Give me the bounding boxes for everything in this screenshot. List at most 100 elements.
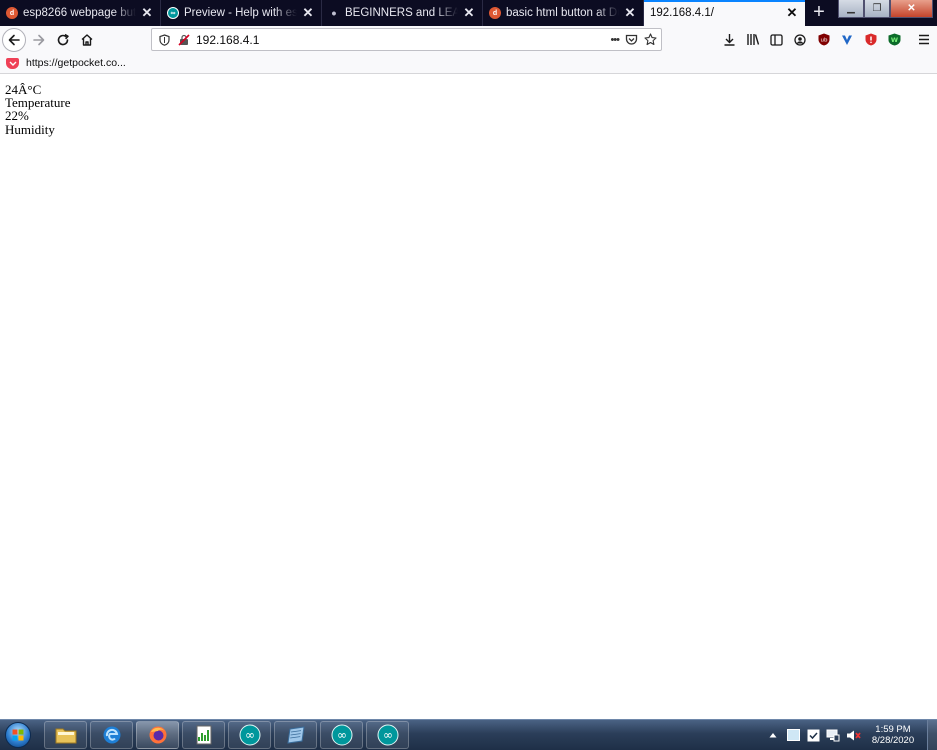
svg-text:∞: ∞ [245, 728, 255, 742]
maximize-button[interactable]: ❐ [864, 0, 890, 18]
home-button[interactable] [75, 28, 99, 52]
notepad-icon [286, 726, 305, 744]
new-tab-button[interactable]: + [805, 0, 833, 26]
tab-192-168-4-1[interactable]: 192.168.4.1/ ✕ [644, 0, 805, 26]
system-clock[interactable]: 1:59 PM 8/28/2020 [865, 724, 921, 746]
tab-title: esp8266 webpage button not w [23, 7, 136, 19]
tray-app-icon[interactable] [785, 727, 801, 743]
bookmarks-toolbar: https://getpocket.co... [0, 53, 937, 74]
home-icon [81, 33, 93, 46]
clock-time: 1:59 PM [875, 724, 911, 735]
taskbar-notepad[interactable] [274, 721, 317, 749]
arduino-icon: ∞ [167, 7, 179, 19]
taskbar-arduino-1[interactable]: ∞ [228, 721, 271, 749]
tab-title: basic html button at DuckDuck [506, 7, 619, 19]
library-icon [747, 34, 760, 45]
taskbar-explorer[interactable] [44, 721, 87, 749]
nav-bar: 192.168.4.1 ••• ub W [0, 26, 937, 53]
account-button[interactable] [789, 26, 813, 53]
taskbar-firefox[interactable] [136, 721, 179, 749]
tab-basic-html-button[interactable]: d basic html button at DuckDuck ✕ [483, 0, 644, 26]
close-tab-icon[interactable]: ✕ [785, 5, 799, 21]
temperature-label: Temperature [5, 95, 71, 111]
svg-text:W: W [891, 36, 898, 44]
folder-icon [55, 728, 76, 744]
reload-button[interactable] [51, 28, 75, 52]
volume-muted-icon[interactable] [845, 727, 861, 743]
close-tab-icon[interactable]: ✕ [140, 5, 154, 21]
taskbar-arduino-2[interactable]: ∞ [320, 721, 363, 749]
bookmark-getpocket[interactable]: https://getpocket.co... [6, 57, 126, 69]
ublock-origin-button[interactable]: ub [812, 26, 836, 53]
start-button[interactable] [2, 720, 34, 750]
vpn-extension-button[interactable] [836, 26, 860, 53]
address-bar[interactable]: 192.168.4.1 ••• [151, 28, 662, 51]
windows-logo-icon [5, 722, 31, 748]
system-tray: 1:59 PM 8/28/2020 [765, 720, 937, 750]
forward-arrow-icon [33, 34, 45, 45]
w-extension-button[interactable]: W [883, 26, 907, 53]
tab-preview-help[interactable]: ∞ Preview - Help with esp8266 A ✕ [161, 0, 322, 26]
close-tab-icon[interactable]: ✕ [462, 5, 476, 21]
insecure-connection-icon[interactable] [178, 33, 190, 46]
humidity-value: 22% [5, 108, 29, 124]
arduino-icon: ∞ [331, 724, 352, 746]
sidebar-button[interactable] [765, 26, 789, 53]
page-actions-button[interactable]: ••• [610, 34, 620, 46]
v-extension-icon [842, 35, 853, 45]
pocket-icon[interactable] [625, 34, 638, 46]
taskbar-edge[interactable] [90, 721, 133, 749]
hamburger-menu-icon [918, 34, 929, 45]
download-icon [724, 34, 735, 46]
url-text[interactable]: 192.168.4.1 [196, 33, 259, 47]
reload-icon [57, 33, 69, 45]
privacy-badger-button[interactable] [859, 26, 883, 53]
duckduckgo-icon: d [6, 7, 18, 19]
arduino-icon: ∞ [377, 724, 398, 746]
tab-title: BEGINNERS and LEARNERS rea [345, 7, 458, 19]
bookmark-label: https://getpocket.co... [26, 57, 126, 69]
close-tab-icon[interactable]: ✕ [301, 5, 315, 21]
close-window-button[interactable]: ✕ [890, 0, 933, 18]
taskbar-arduino-3[interactable]: ∞ [366, 721, 409, 749]
menu-button[interactable] [912, 26, 936, 53]
library-button[interactable] [742, 26, 766, 53]
network-icon[interactable] [825, 727, 841, 743]
tab-esp8266-webpage[interactable]: d esp8266 webpage button not w ✕ [0, 0, 161, 26]
tab-strip: d esp8266 webpage button not w ✕ ∞ Previ… [0, 0, 937, 26]
tracking-protection-shield-icon[interactable] [159, 33, 170, 46]
edge-icon [103, 726, 120, 744]
page-content: 24Â°C Temperature 22% Humidity [0, 75, 937, 719]
clock-date: 8/28/2020 [871, 735, 915, 746]
dot-icon: • [331, 5, 337, 21]
action-center-icon[interactable] [805, 727, 821, 743]
tab-title: Preview - Help with esp8266 A [184, 7, 297, 19]
arduino-icon: ∞ [239, 724, 260, 746]
window-controls: ▁ ❐ ✕ [838, 0, 933, 18]
back-button[interactable] [2, 27, 26, 52]
svg-text:ub: ub [820, 38, 827, 44]
svg-text:∞: ∞ [383, 728, 393, 742]
tab-beginners-learners[interactable]: • BEGINNERS and LEARNERS rea ✕ [322, 0, 483, 26]
show-desktop-button[interactable] [927, 720, 937, 750]
minimize-button[interactable]: ▁ [838, 0, 864, 18]
forward-button[interactable] [27, 28, 51, 52]
duckduckgo-icon: d [489, 7, 501, 19]
close-tab-icon[interactable]: ✕ [623, 5, 637, 21]
account-icon [794, 33, 806, 46]
ublock-origin-icon: ub [818, 33, 830, 46]
sidebar-icon [770, 33, 783, 46]
pocket-icon [6, 57, 19, 69]
taskbar: ∞ ∞ ∞ 1:59 PM 8/28/2020 [0, 719, 937, 750]
chevron-up-icon [769, 733, 777, 738]
show-hidden-icons-button[interactable] [765, 727, 781, 743]
tab-title: 192.168.4.1/ [650, 7, 714, 19]
temperature-value: 24Â°C [5, 82, 42, 97]
w-extension-icon: W [888, 33, 901, 46]
downloads-button[interactable] [718, 26, 742, 53]
bookmark-star-icon[interactable] [644, 33, 657, 46]
svg-text:∞: ∞ [337, 728, 347, 742]
taskbar-chart-app[interactable] [182, 721, 225, 749]
toolbar-right: ub W [718, 26, 936, 53]
shield-alert-icon [865, 33, 877, 46]
